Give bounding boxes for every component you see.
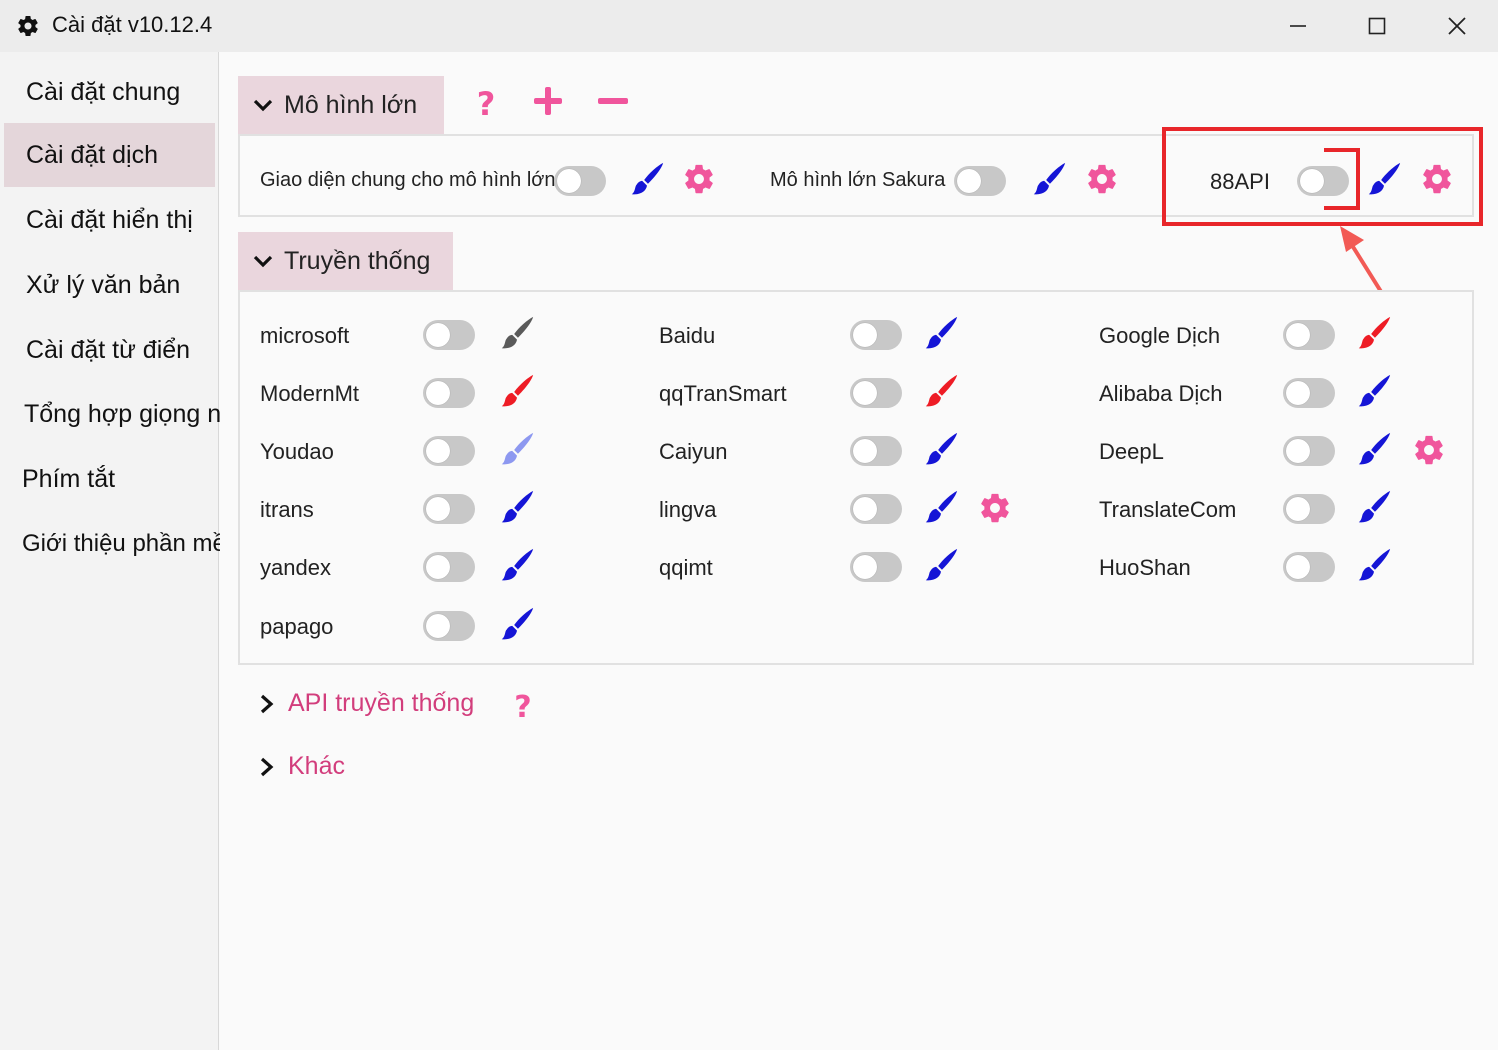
maximize-button[interactable] bbox=[1347, 6, 1407, 46]
brush-icon[interactable] bbox=[922, 314, 960, 352]
engine-label-youdao: Youdao bbox=[260, 439, 334, 464]
engine-label-papago: papago bbox=[260, 614, 334, 639]
engine-label-microsoft: microsoft bbox=[260, 323, 350, 348]
engine-toggle-huoshan[interactable] bbox=[1283, 552, 1335, 582]
engine-toggle-alibaba-d-ch[interactable] bbox=[1283, 378, 1335, 408]
engine-toggle-baidu[interactable] bbox=[850, 320, 902, 350]
brush-icon[interactable] bbox=[922, 430, 960, 468]
engine-label-qqimt: qqimt bbox=[659, 555, 713, 580]
title-bar: Cài đặt v10.12.4 bbox=[0, 0, 1498, 52]
brush-icon[interactable] bbox=[498, 372, 536, 410]
sidebar-item-translation[interactable]: Cài đặt dịch bbox=[4, 123, 215, 187]
sidebar-item-display[interactable]: Cài đặt hiển thị bbox=[4, 188, 215, 252]
engine-toggle-google-d-ch[interactable] bbox=[1283, 320, 1335, 350]
sidebar-item-about[interactable]: Giới thiệu phần mềm bbox=[4, 512, 246, 576]
brush-icon[interactable] bbox=[1355, 372, 1393, 410]
maximize-icon bbox=[1368, 17, 1386, 35]
engine-toggle-deepl[interactable] bbox=[1283, 436, 1335, 466]
brush-icon[interactable] bbox=[1355, 488, 1393, 526]
highlight-bracket bbox=[1324, 148, 1360, 210]
brush-icon[interactable] bbox=[1355, 430, 1393, 468]
api-traditional-label: API truyền thống bbox=[288, 689, 475, 717]
engine-toggle-lingva[interactable] bbox=[850, 494, 902, 524]
api-traditional-section[interactable]: API truyền thống bbox=[256, 689, 474, 718]
engine-label-itrans: itrans bbox=[260, 497, 314, 522]
brush-icon[interactable] bbox=[498, 546, 536, 584]
svg-text:?: ? bbox=[477, 86, 496, 120]
sidebar-item-tts[interactable]: Tổng hợp giọng nói bbox=[4, 382, 241, 446]
brush-icon[interactable] bbox=[1355, 546, 1393, 584]
gear-icon[interactable] bbox=[682, 162, 716, 196]
engine-label-qqtransmart: qqTranSmart bbox=[659, 381, 787, 406]
engine-label-caiyun: Caiyun bbox=[659, 439, 728, 464]
engine-label-huoshan: HuoShan bbox=[1099, 555, 1191, 580]
engine-toggle-itrans[interactable] bbox=[423, 494, 475, 524]
brush-icon[interactable] bbox=[498, 488, 536, 526]
brush-icon[interactable] bbox=[498, 314, 536, 352]
brush-icon[interactable] bbox=[1355, 314, 1393, 352]
brush-icon[interactable] bbox=[498, 430, 536, 468]
main-content: Mô hình lớn ? Giao diện chung cho mô hìn… bbox=[220, 52, 1498, 1050]
help-icon[interactable]: ? bbox=[469, 86, 503, 120]
brush-icon[interactable] bbox=[498, 605, 536, 643]
engine-toggle-yandex[interactable] bbox=[423, 552, 475, 582]
engine-toggle-youdao[interactable] bbox=[423, 436, 475, 466]
engine-label-yandex: yandex bbox=[260, 555, 331, 580]
large-models-header[interactable]: Mô hình lớn bbox=[238, 76, 444, 134]
gear-icon[interactable] bbox=[1085, 162, 1119, 196]
engine-label-google-d-ch: Google Dịch bbox=[1099, 323, 1221, 348]
engine-toggle-microsoft[interactable] bbox=[423, 320, 475, 350]
gear-icon[interactable] bbox=[1412, 433, 1446, 467]
brush-icon[interactable] bbox=[628, 160, 666, 198]
gear-icon bbox=[18, 16, 38, 37]
minimize-button[interactable] bbox=[1268, 6, 1328, 46]
sidebar: Cài đặt chung Cài đặt dịch Cài đặt hiển … bbox=[0, 52, 246, 1050]
sidebar-item-text-processing[interactable]: Xử lý văn bản bbox=[4, 253, 215, 317]
brush-icon[interactable] bbox=[922, 546, 960, 584]
sidebar-item-dictionary[interactable]: Cài đặt từ điển bbox=[4, 318, 215, 382]
llm-generic-toggle[interactable] bbox=[554, 166, 606, 196]
svg-text:?: ? bbox=[514, 690, 531, 722]
gear-icon[interactable] bbox=[978, 491, 1012, 525]
brush-icon[interactable] bbox=[1030, 160, 1068, 198]
traditional-title: Truyền thống bbox=[284, 246, 431, 275]
chevron-right-icon bbox=[260, 694, 274, 713]
engine-label-alibaba-d-ch: Alibaba Dịch bbox=[1099, 381, 1223, 406]
engine-label-lingva: lingva bbox=[659, 497, 717, 522]
sidebar-item-hotkeys[interactable]: Phím tắt bbox=[4, 447, 215, 511]
large-models-title: Mô hình lớn bbox=[284, 90, 418, 119]
engine-toggle-translatecom[interactable] bbox=[1283, 494, 1335, 524]
engine-label-deepl: DeepL bbox=[1099, 439, 1164, 464]
engine-toggle-papago[interactable] bbox=[423, 611, 475, 641]
engine-label-baidu: Baidu bbox=[659, 323, 716, 348]
minimize-icon bbox=[1290, 25, 1306, 27]
chevron-down-icon bbox=[253, 99, 273, 112]
window-title: Cài đặt v10.12.4 bbox=[52, 12, 213, 37]
brush-icon[interactable] bbox=[922, 372, 960, 410]
engine-toggle-caiyun[interactable] bbox=[850, 436, 902, 466]
remove-icon[interactable] bbox=[596, 84, 630, 118]
traditional-header[interactable]: Truyền thống bbox=[238, 232, 453, 290]
chevron-right-icon bbox=[260, 757, 274, 776]
other-section[interactable]: Khác bbox=[256, 752, 345, 781]
other-label: Khác bbox=[288, 752, 345, 780]
llm-generic-label: Giao diện chung cho mô hình lớn bbox=[260, 169, 556, 191]
sidebar-item-general[interactable]: Cài đặt chung bbox=[4, 60, 215, 124]
add-icon[interactable] bbox=[531, 84, 565, 118]
help-icon[interactable]: ? bbox=[506, 688, 540, 722]
llm-sakura-toggle[interactable] bbox=[954, 166, 1006, 196]
engine-label-modernmt: ModernMt bbox=[260, 381, 360, 406]
engine-toggle-modernmt[interactable] bbox=[423, 378, 475, 408]
brush-icon[interactable] bbox=[922, 488, 960, 526]
engine-label-translatecom: TranslateCom bbox=[1099, 497, 1237, 522]
engine-toggle-qqimt[interactable] bbox=[850, 552, 902, 582]
chevron-down-icon bbox=[253, 255, 273, 268]
llm-sakura-label: Mô hình lớn Sakura bbox=[770, 169, 946, 191]
close-icon bbox=[1448, 17, 1466, 35]
engine-toggle-qqtransmart[interactable] bbox=[850, 378, 902, 408]
close-button[interactable] bbox=[1427, 6, 1487, 46]
